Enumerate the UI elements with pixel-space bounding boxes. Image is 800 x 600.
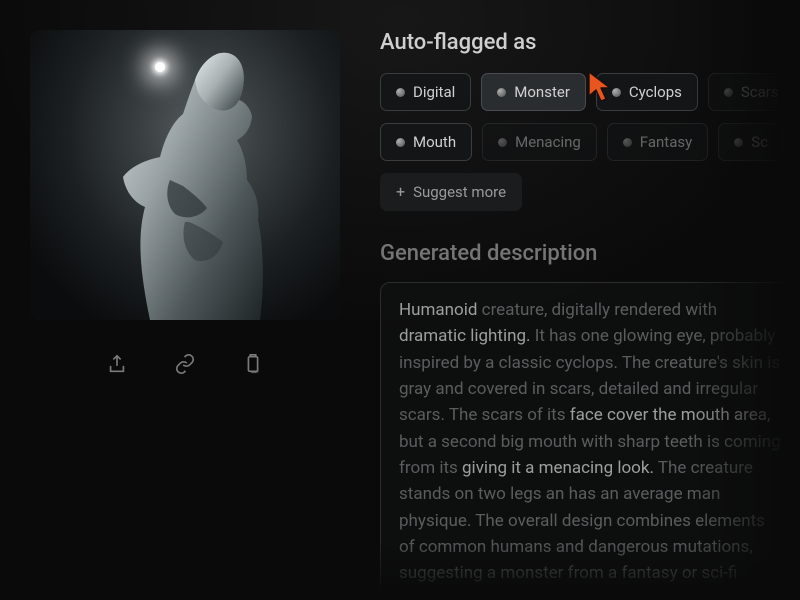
tag-list: Digital Monster Cyclops Scars Mouth Menacing…	[380, 73, 800, 161]
suggest-label: Suggest more	[413, 183, 506, 201]
tag-label: Cyclops	[629, 83, 682, 101]
tag-monster[interactable]: Monster	[481, 73, 586, 111]
tag-label: Mouth	[413, 133, 456, 151]
tag-sc[interactable]: Sc	[718, 123, 784, 161]
tag-dot-icon	[623, 138, 632, 147]
link-icon[interactable]	[171, 350, 199, 378]
preview-image[interactable]	[30, 30, 340, 320]
description-box: Humanoid creature, digitally rendered wi…	[380, 282, 800, 600]
tag-scars[interactable]: Scars	[708, 73, 795, 111]
tag-dot-icon	[396, 88, 405, 97]
tag-label: Fantasy	[640, 133, 692, 151]
tag-digital[interactable]: Digital	[380, 73, 471, 111]
tag-dot-icon	[498, 138, 507, 147]
autoflag-title: Auto-flagged as	[380, 30, 800, 55]
tag-menacing[interactable]: Menacing	[482, 123, 597, 161]
plus-icon: +	[396, 184, 405, 200]
tag-dot-icon	[396, 138, 405, 147]
tag-label: Sc	[751, 133, 768, 151]
tag-cyclops[interactable]: Cyclops	[596, 73, 698, 111]
tag-fantasy[interactable]: Fantasy	[607, 123, 708, 161]
suggest-more-button[interactable]: + Suggest more	[380, 173, 522, 211]
tag-label: Scars	[741, 83, 779, 101]
tag-label: Digital	[413, 83, 455, 101]
description-text: Humanoid creature, digitally rendered wi…	[399, 297, 781, 600]
tag-dot-icon	[497, 88, 506, 97]
tag-label: Monster	[514, 83, 570, 101]
clipboard-icon[interactable]	[239, 350, 267, 378]
tag-mouth[interactable]: Mouth	[380, 123, 472, 161]
description-title: Generated description	[380, 241, 800, 266]
tag-dot-icon	[612, 88, 621, 97]
share-icon[interactable]	[103, 350, 131, 378]
tag-label: Menacing	[515, 133, 581, 151]
tag-dot-icon	[724, 88, 733, 97]
tag-dot-icon	[734, 138, 743, 147]
